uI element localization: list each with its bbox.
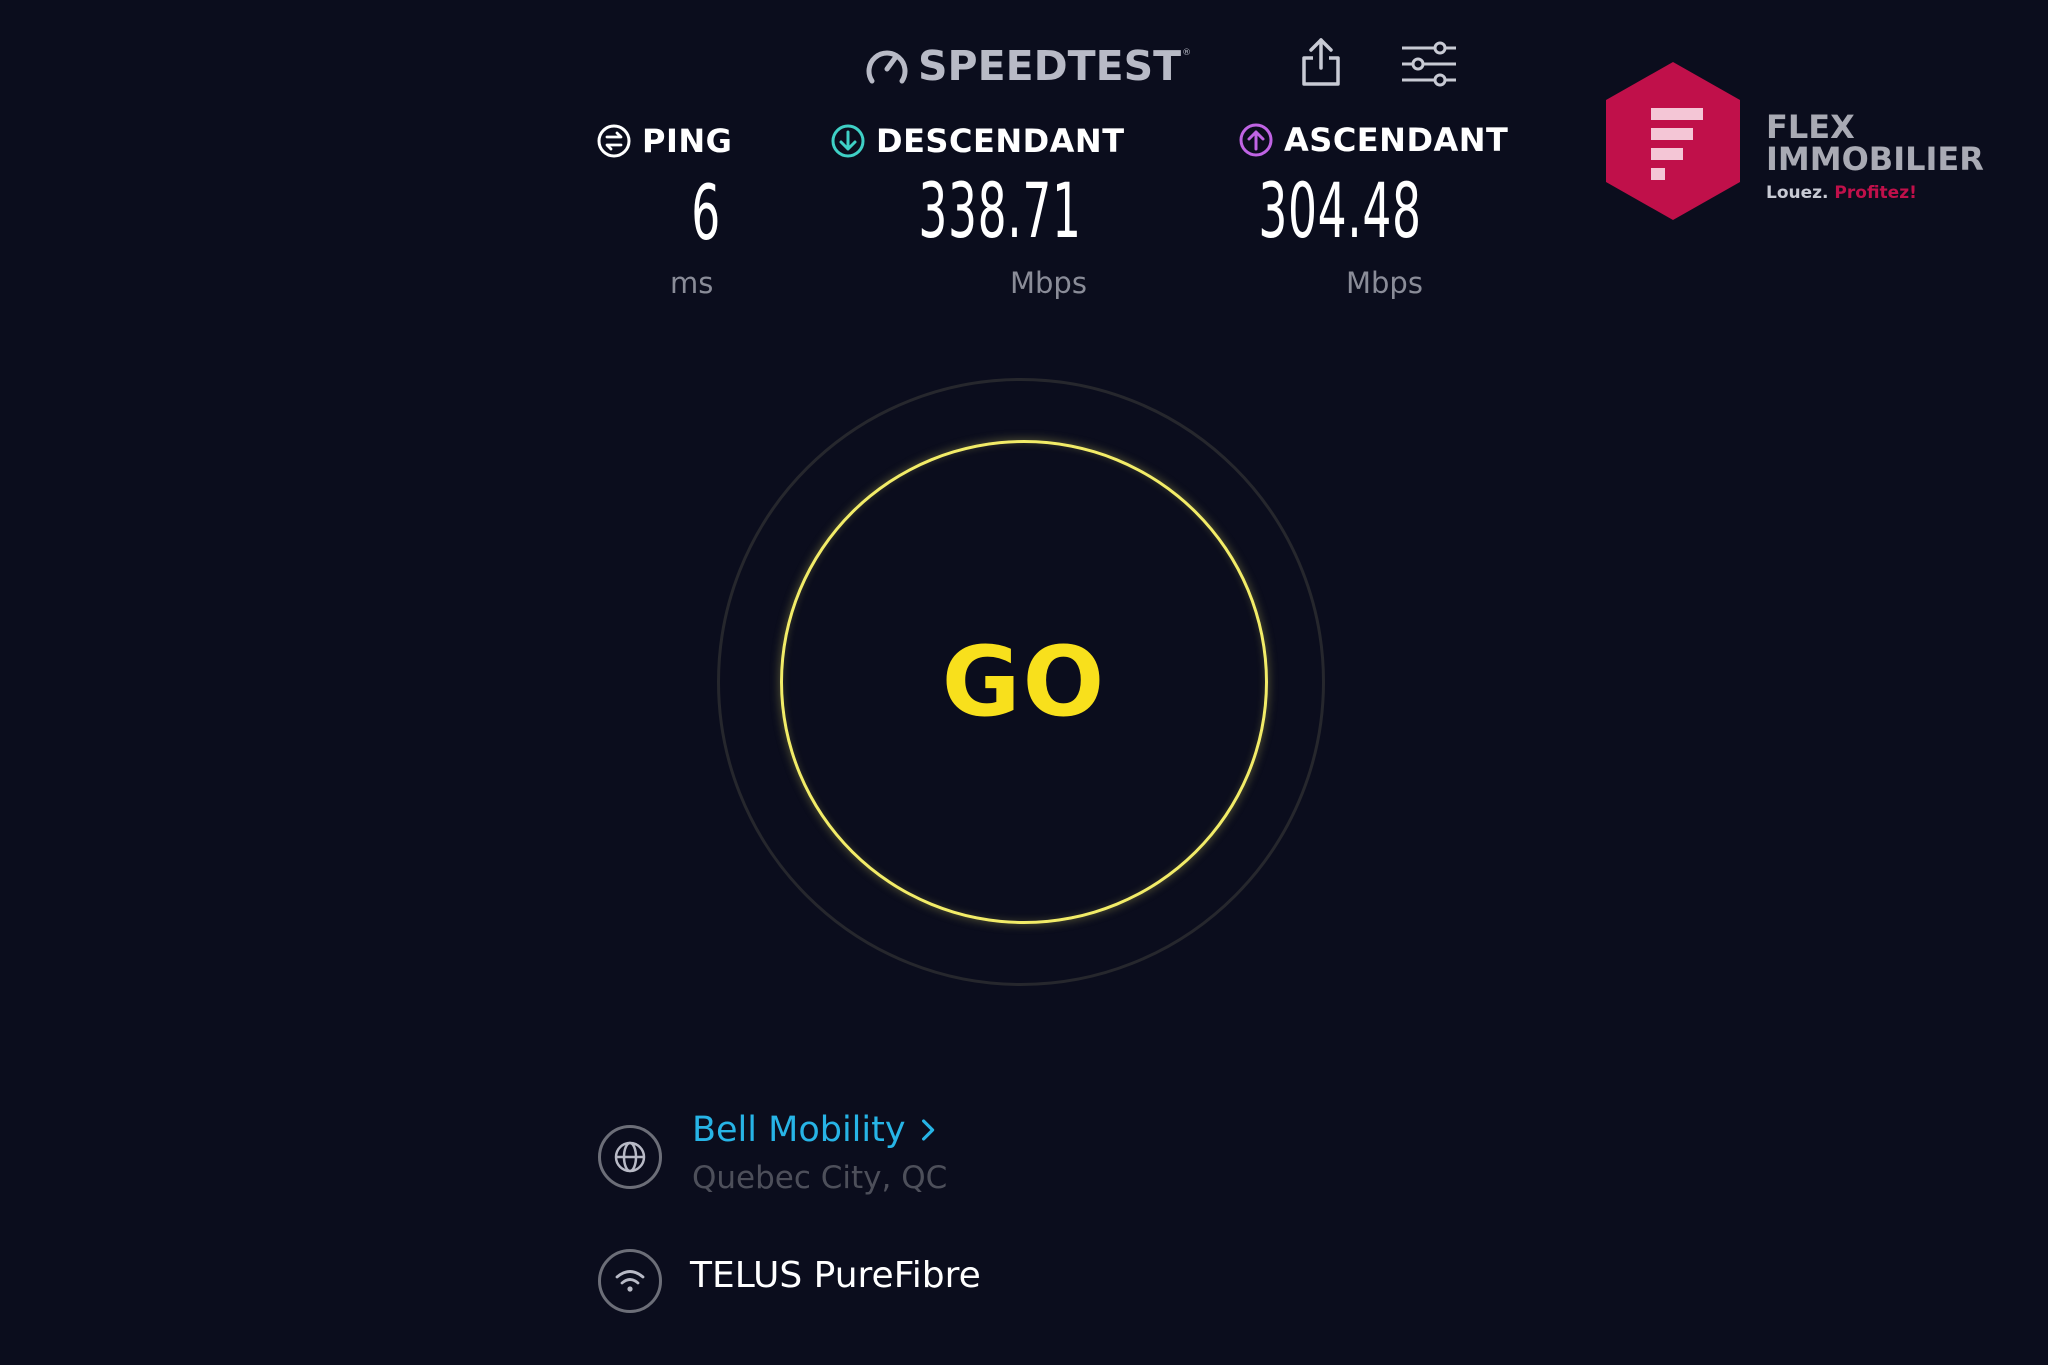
ping-unit: ms — [670, 266, 714, 300]
tagline-louez: Louez. — [1766, 183, 1829, 203]
isp-name: Bell Mobility — [692, 1110, 906, 1150]
ping-label-text: PING — [642, 122, 733, 160]
download-value: 338.71 — [918, 166, 1082, 255]
trademark-mark: ® — [1182, 48, 1192, 58]
share-icon — [1302, 38, 1340, 86]
wifi-icon — [615, 1270, 645, 1292]
upload-label: ASCENDANT — [1238, 121, 1508, 159]
go-label: GO — [941, 626, 1107, 738]
download-label-text: DESCENDANT — [876, 122, 1125, 160]
upload-label-text: ASCENDANT — [1284, 121, 1509, 159]
upload-value: 304.48 — [1258, 166, 1422, 255]
network-name: TELUS PureFibre — [690, 1255, 981, 1296]
server-location: Quebec City, QC — [692, 1160, 948, 1196]
go-button[interactable]: GO — [780, 440, 1268, 924]
sliders-icon — [1402, 41, 1456, 87]
download-arrow-icon — [831, 124, 865, 158]
ping-icon — [597, 124, 631, 158]
ping-value: 6 — [691, 168, 721, 257]
settings-button[interactable] — [1400, 40, 1458, 88]
chevron-right-icon — [921, 1119, 934, 1141]
download-unit: Mbps — [1010, 266, 1087, 300]
download-label: DESCENDANT — [830, 122, 1125, 160]
logo-tagline: Louez. Profitez! — [1766, 183, 1917, 203]
speedtest-logo: SPEEDTEST ® — [864, 40, 1191, 92]
connection-icon-button[interactable] — [598, 1249, 662, 1313]
brand-name: SPEEDTEST — [918, 42, 1182, 90]
share-button[interactable] — [1298, 36, 1344, 88]
ping-label: PING — [596, 122, 732, 160]
server-icon-button[interactable] — [598, 1125, 662, 1189]
isp-link[interactable]: Bell Mobility — [692, 1110, 938, 1150]
logo-word-immobilier: IMMOBILIER — [1766, 140, 1984, 178]
upload-arrow-icon — [1239, 123, 1273, 157]
upload-unit: Mbps — [1346, 266, 1423, 300]
flex-immobilier-logo-icon — [1606, 62, 1740, 220]
tagline-profitez: Profitez! — [1834, 183, 1917, 203]
globe-icon — [614, 1141, 646, 1173]
speedometer-icon — [866, 50, 908, 84]
